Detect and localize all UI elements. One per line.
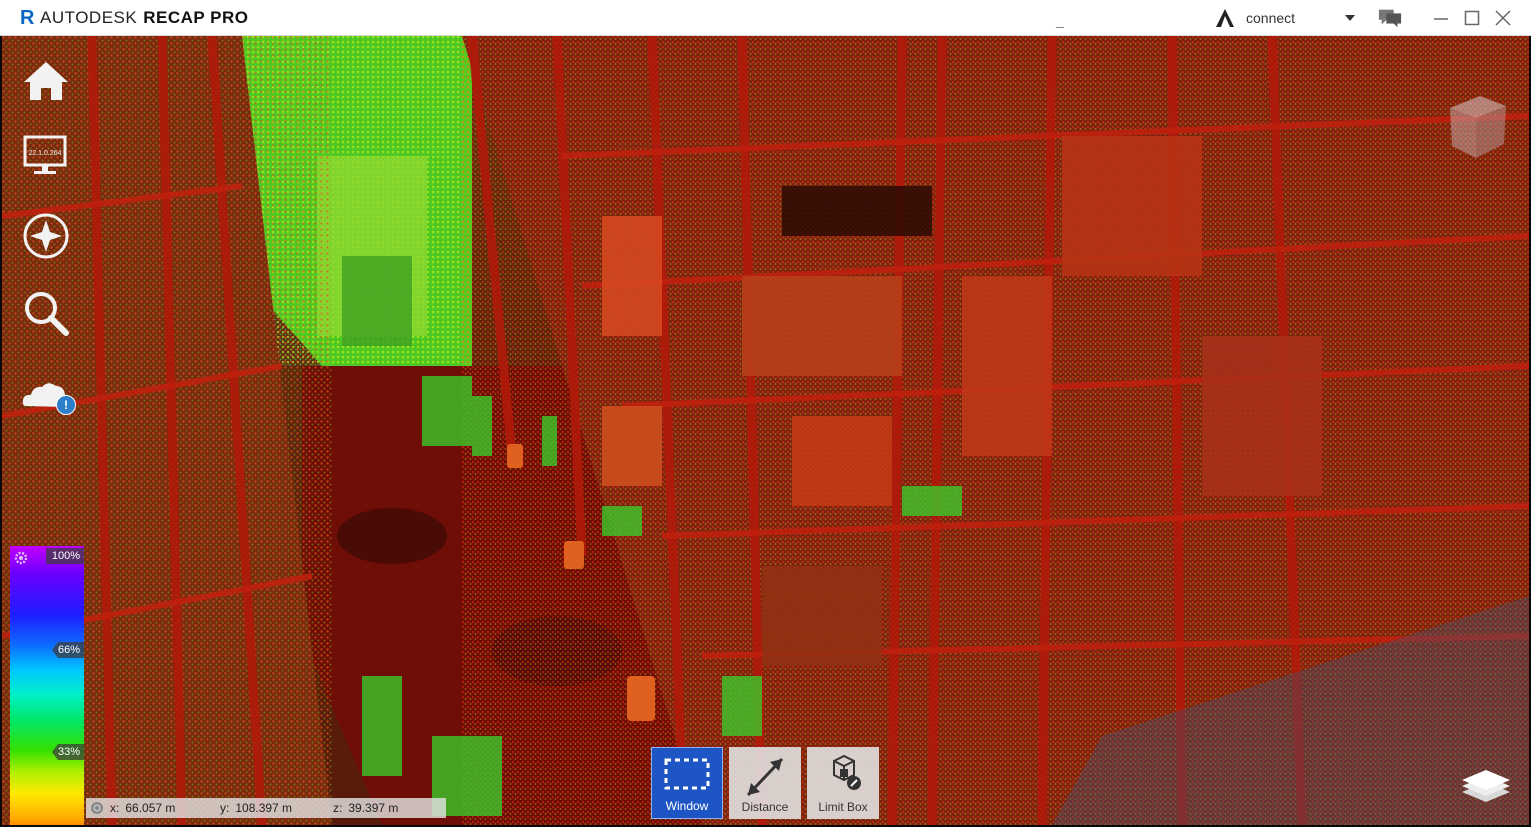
recap-logo-icon: R — [20, 6, 35, 29]
coord-x-label: x: — [110, 801, 120, 815]
coord-x: x: 66.057 m — [110, 801, 210, 815]
legend-66-label[interactable]: 66% — [51, 642, 84, 658]
layers-icon[interactable] — [1458, 762, 1514, 806]
coord-x-value: 66.057 m — [125, 801, 176, 815]
navigation-button[interactable] — [20, 210, 72, 262]
search-button[interactable] — [20, 288, 72, 340]
brand-product: RECAP PRO — [143, 7, 249, 27]
legend-33-label[interactable]: 33% — [51, 744, 84, 760]
maximize-icon — [1464, 10, 1480, 26]
chat-button[interactable] — [1378, 7, 1402, 29]
point-cloud-scene — [2, 36, 1529, 825]
coord-z: z: 39.397 m — [333, 801, 398, 815]
viewcube-icon[interactable] — [1440, 90, 1512, 162]
window-tool-label: Window — [665, 799, 709, 813]
app-brand: R AUTODESK RECAP PRO — [20, 8, 248, 28]
distance-tool-label: Distance — [741, 800, 789, 814]
coord-z-label: z: — [333, 801, 343, 815]
home-icon — [24, 62, 68, 100]
legend-max-label: 100% — [45, 548, 84, 564]
coord-y: y: 108.397 m — [220, 801, 333, 815]
close-icon — [1495, 10, 1511, 26]
coord-y-label: y: — [220, 801, 230, 815]
chat-icon — [1378, 9, 1402, 28]
connect-dropdown[interactable]: connect — [1214, 7, 1359, 29]
display-settings-button[interactable]: 22.1.0.264 — [20, 133, 72, 185]
monitor-icon: 22.1.0.264 — [23, 135, 67, 174]
title-bar: R AUTODESK RECAP PRO _ connect — [0, 0, 1531, 36]
compass-icon — [23, 213, 69, 259]
intensity-legend: 100% 66% 33% 0% — [10, 546, 84, 825]
home-button[interactable] — [20, 56, 72, 108]
close-button[interactable] — [1491, 7, 1515, 29]
notification-badge: ! — [56, 395, 76, 415]
minimize-button[interactable] — [1429, 7, 1453, 29]
point-cloud-viewport[interactable]: 22.1.0.264 ! 100% 66% 33% 0% — [2, 36, 1529, 825]
distance-tool-button[interactable]: Distance — [729, 747, 801, 819]
chevron-down-icon — [1345, 15, 1355, 21]
window-select-icon — [664, 758, 710, 790]
window-tool-button[interactable]: Window — [651, 747, 723, 819]
limit-box-tool-button[interactable]: Limit Box — [807, 747, 879, 819]
brand-autodesk: AUTODESK — [40, 7, 138, 27]
coordinate-readout: x: 66.057 m y: 108.397 m z: 39.397 m — [86, 798, 446, 818]
minimized-marker: _ — [1056, 12, 1064, 28]
distance-arrow-icon — [746, 757, 784, 797]
globe-icon — [91, 802, 103, 814]
minimize-icon — [1434, 18, 1448, 20]
search-icon — [25, 292, 69, 336]
monitor-label: 22.1.0.264 — [28, 150, 61, 157]
autodesk-a-icon — [1216, 9, 1234, 27]
maximize-button[interactable] — [1460, 7, 1484, 29]
coord-z-value: 39.397 m — [348, 801, 399, 815]
limit-box-tool-label: Limit Box — [818, 800, 868, 814]
legend-gradient — [10, 546, 84, 825]
limit-box-icon — [833, 754, 861, 790]
coord-y-value: 108.397 m — [235, 801, 293, 815]
gear-icon[interactable] — [13, 550, 29, 566]
connect-label: connect — [1246, 10, 1296, 26]
